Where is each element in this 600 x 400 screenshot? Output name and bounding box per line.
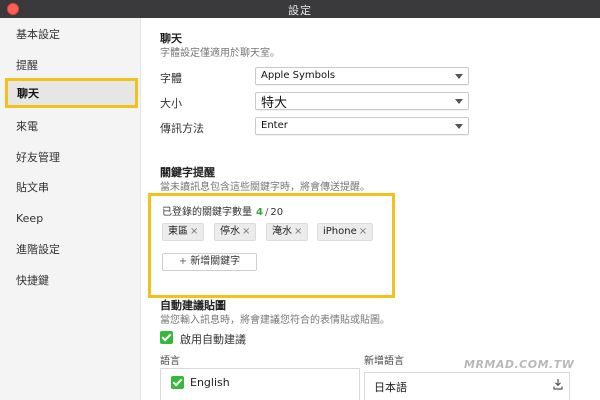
download-icon[interactable] <box>553 378 563 390</box>
settings-sidebar: 基本設定 提醒 聊天 來電 好友管理 貼文串 Keep 進階設定 快捷鍵 <box>0 18 141 400</box>
keyword-count: 已登錄的關鍵字數量 4/20 <box>162 203 283 218</box>
language-checkbox[interactable] <box>171 376 184 389</box>
watermark: MRMAD.COM.TW <box>464 358 575 371</box>
remove-icon[interactable]: × <box>359 226 367 237</box>
sidebar-item-chat[interactable]: 聊天 <box>5 78 138 108</box>
sidebar-item-calls[interactable]: 來電 <box>0 112 141 142</box>
font-select-value: Apple Symbols <box>261 70 336 81</box>
send-method-select[interactable]: Enter <box>255 117 469 135</box>
settings-main: 聊天 字體設定僅適用於聊天室。 字體 Apple Symbols 大小 特大 傳… <box>142 18 600 400</box>
sidebar-item-keep[interactable]: Keep <box>0 204 141 234</box>
sidebar-item-advanced[interactable]: 進階設定 <box>0 235 141 265</box>
new-language-value: 日本語 <box>374 381 407 394</box>
new-language-select[interactable]: 日本語 <box>364 372 570 400</box>
keyword-chip: 淹水 × <box>266 223 309 241</box>
keyword-chip-label: 東區 <box>168 226 188 237</box>
enable-auto-suggest-checkbox[interactable] <box>160 331 173 344</box>
keyword-chip-label: 淹水 <box>272 226 292 237</box>
new-language-column-label: 新增語言 <box>364 356 404 367</box>
font-select[interactable]: Apple Symbols <box>255 67 469 85</box>
keyword-panel: 已登錄的關鍵字數量 4/20 東區 × 停水 × 淹水 × iPhone × + 新增關鍵字 <box>148 193 395 298</box>
keyword-chip-label: 停水 <box>220 226 240 237</box>
sidebar-item-friends[interactable]: 好友管理 <box>0 143 141 173</box>
keyword-count-label: 已登錄的關鍵字數量 <box>162 207 252 218</box>
chevron-down-icon <box>455 99 463 104</box>
size-select[interactable]: 特大 <box>255 92 469 111</box>
keyword-chip: 停水 × <box>214 223 257 241</box>
font-label: 字體 <box>160 72 182 85</box>
language-column-label: 語言 <box>160 356 180 367</box>
language-label: English <box>190 376 230 389</box>
keyword-count-value: 4 <box>256 207 263 218</box>
sidebar-item-shortcuts[interactable]: 快捷鍵 <box>0 266 141 296</box>
plus-icon: + <box>178 256 188 267</box>
add-keyword-label: 新增關鍵字 <box>190 256 241 267</box>
window-title: 設定 <box>288 4 312 17</box>
chevron-down-icon <box>455 124 463 129</box>
send-method-label: 傳訊方法 <box>160 122 204 135</box>
send-method-select-value: Enter <box>261 120 288 131</box>
keyword-count-separator: / <box>264 207 269 218</box>
keyword-chip: 東區 × <box>162 223 205 241</box>
sidebar-item-general[interactable]: 基本設定 <box>0 20 141 50</box>
keyword-chip-label: iPhone <box>323 226 357 237</box>
keyword-count-limit: 20 <box>270 207 284 218</box>
chevron-down-icon <box>455 74 463 79</box>
chat-section-description: 字體設定僅適用於聊天室。 <box>160 48 280 59</box>
remove-icon[interactable]: × <box>190 226 198 237</box>
sidebar-item-timeline[interactable]: 貼文串 <box>0 173 141 203</box>
add-keyword-button[interactable]: + 新增關鍵字 <box>162 253 257 271</box>
remove-icon[interactable]: × <box>294 226 302 237</box>
size-select-value: 特大 <box>261 96 288 111</box>
window-titlebar: 設定 <box>0 0 600 18</box>
language-list: English <box>160 368 360 400</box>
sidebar-item-notifications[interactable]: 提醒 <box>0 51 141 81</box>
keyword-chip: iPhone × <box>317 223 374 241</box>
auto-suggest-section-description: 當您輸入訊息時，將會建議您符合的表情貼或貼圖。 <box>160 315 390 326</box>
keyword-section-description: 當未讀訊息包含這些關鍵字時，將會傳送提醒。 <box>160 182 370 193</box>
enable-auto-suggest-label: 啟用自動建議 <box>180 333 246 346</box>
size-label: 大小 <box>160 97 182 110</box>
remove-icon[interactable]: × <box>242 226 250 237</box>
